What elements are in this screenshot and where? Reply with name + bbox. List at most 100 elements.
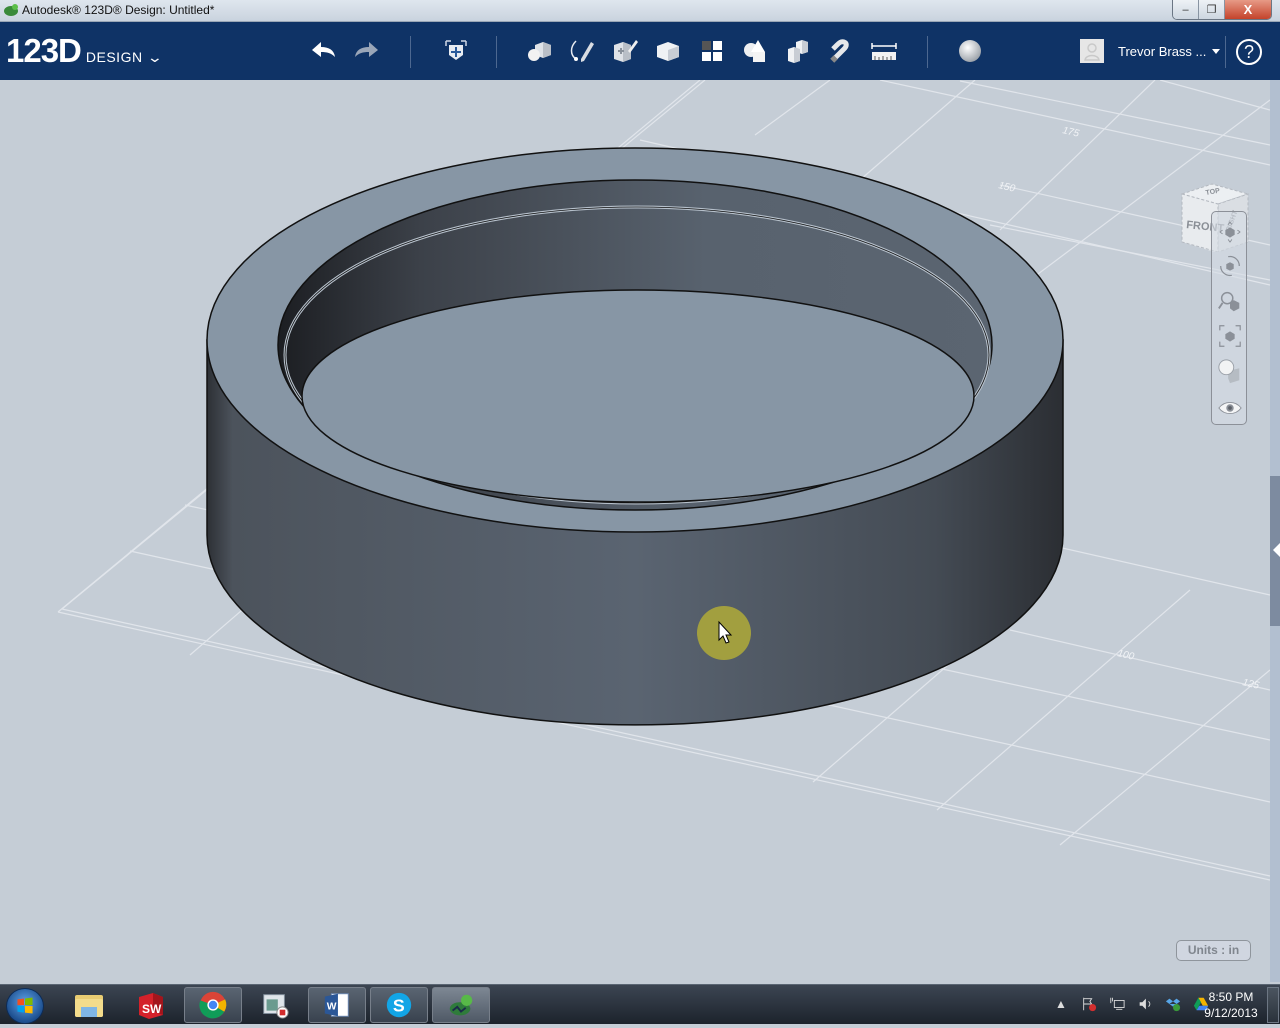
volume-icon[interactable] <box>1136 995 1154 1013</box>
mouse-cursor <box>697 606 751 660</box>
zoom-icon <box>1218 291 1240 312</box>
fit-view-button[interactable] <box>1216 322 1244 350</box>
windows-taskbar: SW W S ▲ 8:50 PM 9/12/2013 <box>0 984 1280 1024</box>
transform-button[interactable] <box>441 36 471 66</box>
folder-icon <box>75 995 103 1017</box>
taskbar-explorer[interactable] <box>60 987 118 1023</box>
solidworks-label: SW <box>142 1002 162 1016</box>
close-button[interactable]: X <box>1225 0 1271 19</box>
3d-viewport[interactable]: 175 150 100 125 FRONT TOP Units: in <box>0 80 1270 982</box>
chrome-icon <box>199 991 227 1019</box>
sketch-icon <box>570 40 594 62</box>
combine-icon <box>788 40 808 63</box>
help-button[interactable]: ? <box>1236 39 1262 65</box>
taskbar-word[interactable]: W <box>308 987 366 1023</box>
network-icon[interactable] <box>1108 995 1126 1013</box>
primitives-button[interactable] <box>524 36 554 66</box>
ring-model[interactable] <box>206 147 1064 726</box>
undo-icon <box>312 42 335 57</box>
window-title-bar: Autodesk® 123D® Design: Untitled* – ❐ X <box>0 0 1280 22</box>
undo-button[interactable] <box>308 36 338 66</box>
system-tray: ▲ <box>1052 995 1210 1013</box>
pattern-button[interactable] <box>697 36 727 66</box>
expand-left-arrow-icon[interactable] <box>1273 543 1280 557</box>
skype-label: S <box>393 996 405 1016</box>
logo-text: 123D <box>6 32 82 69</box>
solidworks-icon: SW <box>139 993 163 1019</box>
restore-button[interactable]: ❐ <box>1199 0 1225 19</box>
orbit-icon <box>1220 255 1240 277</box>
visibility-button[interactable] <box>1216 394 1244 422</box>
word-label: W <box>327 1002 337 1013</box>
minimize-icon: – <box>1182 3 1189 16</box>
material-button[interactable] <box>955 36 985 66</box>
minimize-button[interactable]: – <box>1173 0 1199 19</box>
view-mode-icon <box>1218 359 1240 384</box>
taskbar-chrome[interactable] <box>184 987 242 1023</box>
skype-icon: S <box>386 992 412 1018</box>
app-icon <box>4 4 18 16</box>
modify-icon <box>657 42 679 61</box>
show-desktop-button[interactable] <box>1267 987 1279 1023</box>
chevron-down-icon: ⌄ <box>146 49 163 65</box>
start-button[interactable] <box>6 988 44 1024</box>
toolbar-separator <box>1225 36 1226 68</box>
action-center-flag-icon[interactable] <box>1080 995 1098 1013</box>
pan-button[interactable] <box>1216 218 1244 246</box>
grouping-button[interactable] <box>740 36 770 66</box>
measure-ruler-icon <box>871 43 897 60</box>
show-hidden-icons-button[interactable]: ▲ <box>1052 995 1070 1013</box>
word-icon: W <box>324 993 349 1017</box>
window-title: Autodesk® 123D® Design: Untitled* <box>22 3 215 17</box>
user-name[interactable]: Trevor Brass ... <box>1118 44 1206 59</box>
user-avatar[interactable] <box>1080 39 1104 63</box>
clock-time: 8:50 PM <box>1208 990 1254 1004</box>
taskbar-solidworks[interactable]: SW <box>122 987 180 1023</box>
measure-button[interactable] <box>869 36 899 66</box>
orbit-button[interactable] <box>1216 252 1244 280</box>
scene-canvas[interactable]: 175 150 100 125 <box>0 80 1270 982</box>
toolbar-separator <box>496 36 497 68</box>
system-clock[interactable]: 8:50 PM 9/12/2013 <box>1200 989 1262 1021</box>
restore-icon: ❐ <box>1206 4 1217 16</box>
recorder-icon <box>263 994 289 1019</box>
taskbar-skype[interactable]: S <box>370 987 428 1023</box>
modify-button[interactable] <box>653 36 683 66</box>
taskbar-123d-design[interactable] <box>432 987 490 1023</box>
grid-label: 175 <box>1061 125 1080 140</box>
user-menu-caret-icon[interactable] <box>1212 49 1220 54</box>
clock-date: 9/12/2013 <box>1204 1006 1258 1020</box>
combine-button[interactable] <box>783 36 813 66</box>
transform-icon <box>445 40 467 60</box>
material-sphere-icon <box>959 40 981 62</box>
snap-magnet-icon <box>830 39 849 63</box>
view-mode-button[interactable] <box>1216 357 1244 385</box>
grouping-icon <box>744 40 765 62</box>
grid-label: 100 <box>1116 648 1135 663</box>
windows-logo-icon <box>17 997 33 1014</box>
pattern-icon <box>702 41 722 61</box>
sketch-button[interactable] <box>567 36 597 66</box>
grid-label: 125 <box>1241 677 1260 692</box>
primitives-icon <box>528 42 551 61</box>
construct-button[interactable] <box>610 36 640 66</box>
eye-icon <box>1218 401 1242 415</box>
navigation-bar <box>1211 211 1247 425</box>
app-menu-button[interactable]: 123D DESIGN ⌄ <box>6 32 163 70</box>
zoom-button[interactable] <box>1216 287 1244 315</box>
units-selector[interactable]: Units : in <box>1176 940 1251 961</box>
redo-button[interactable] <box>352 36 382 66</box>
window-controls: – ❐ X <box>1172 0 1272 20</box>
pan-icon <box>1219 221 1241 243</box>
construct-icon <box>614 40 638 62</box>
toolbar-separator <box>927 36 928 68</box>
redo-icon <box>355 42 378 57</box>
side-panel-handle[interactable] <box>1270 80 1280 982</box>
123d-design-icon <box>449 994 473 1016</box>
user-avatar-icon <box>1084 43 1100 61</box>
app-header: 123D DESIGN ⌄ Trevor Brass ... ? <box>0 22 1280 96</box>
dropbox-icon[interactable] <box>1164 995 1182 1013</box>
snap-button[interactable] <box>826 36 856 66</box>
logo-subtext: DESIGN <box>85 49 143 65</box>
taskbar-recorder[interactable] <box>246 987 304 1023</box>
